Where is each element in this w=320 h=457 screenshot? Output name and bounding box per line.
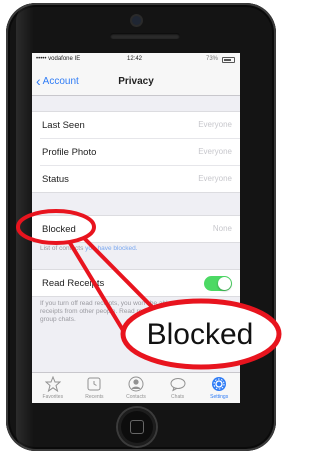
blocked-footnote: List of contacts you have blocked. <box>40 245 230 253</box>
toggle-knob <box>218 277 231 290</box>
callout-label: Blocked <box>146 317 254 351</box>
row-value: Everyone <box>198 120 232 129</box>
row-label: Last Seen <box>42 120 85 131</box>
person-icon <box>128 376 144 392</box>
profile-photo-row[interactable]: Profile Photo Everyone <box>40 139 240 166</box>
phone-body: ••••• vodafone IE 12:42 73% ‹ Account Pr… <box>6 3 276 451</box>
footnote-text: List of contacts <box>40 245 86 252</box>
read-receipts-row: Read Receipts <box>40 270 240 296</box>
status-time: 12:42 <box>127 56 143 62</box>
tab-settings[interactable]: Settings <box>198 373 240 403</box>
front-camera <box>132 16 141 25</box>
gear-icon <box>212 377 227 391</box>
row-label: Read Receipts <box>42 278 105 289</box>
last-seen-row[interactable]: Last Seen Everyone <box>40 112 240 139</box>
home-button-square <box>130 420 144 434</box>
tab-favorites[interactable]: Favorites <box>32 373 74 403</box>
tab-label: Contacts <box>126 394 146 400</box>
tab-bar: Favorites Recents Contacts Chats Setting… <box>32 372 240 403</box>
battery-icon <box>222 57 235 63</box>
row-label: Blocked <box>42 224 76 235</box>
star-icon <box>44 376 61 392</box>
chat-bubbles-icon <box>170 378 186 392</box>
tab-contacts[interactable]: Contacts <box>115 373 157 403</box>
blocked-row[interactable]: Blocked None <box>40 216 240 242</box>
tab-chats[interactable]: Chats <box>157 373 199 403</box>
row-value: None <box>212 224 232 233</box>
row-label: Status <box>42 174 69 185</box>
tab-label: Settings <box>210 394 229 400</box>
tab-label: Chats <box>171 394 185 400</box>
navigation-bar: ‹ Account Privacy <box>32 67 240 96</box>
battery-fill <box>224 59 231 61</box>
read-receipts-group: Read Receipts <box>32 269 240 297</box>
row-value: Everyone <box>198 147 232 156</box>
status-row[interactable]: Status Everyone <box>40 166 240 192</box>
row-label: Profile Photo <box>42 147 97 158</box>
status-bar: ••••• vodafone IE 12:42 73% <box>32 53 240 67</box>
tab-recents[interactable]: Recents <box>74 373 116 403</box>
clock-icon <box>87 377 101 391</box>
page-title: Privacy <box>118 76 154 87</box>
battery-percent: 73% <box>205 56 218 62</box>
visibility-group: Last Seen Everyone Profile Photo Everyon… <box>32 111 240 193</box>
blocked-group: Blocked None <box>32 215 240 243</box>
read-receipts-toggle[interactable] <box>204 276 232 291</box>
earpiece-speaker <box>110 33 180 39</box>
tab-label: Favorites <box>42 394 64 400</box>
home-button[interactable] <box>118 408 156 446</box>
carrier-label: ••••• vodafone IE <box>36 56 81 62</box>
row-value: Everyone <box>198 174 232 183</box>
tab-label: Recents <box>85 394 104 400</box>
footnote-link[interactable]: you have blocked. <box>85 245 137 252</box>
